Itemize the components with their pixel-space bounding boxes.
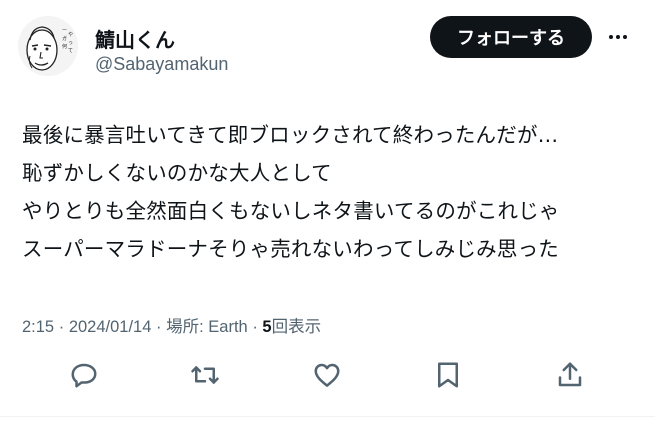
tweet-date[interactable]: 2024/01/14 — [69, 318, 152, 336]
retweet-icon — [191, 366, 219, 384]
caricature-face-avatar-icon: ー ガ 何 や っ て — [18, 16, 78, 76]
tweet-text-line: スーパーマラドーナそりゃ売れないわってしみじみ思った — [22, 237, 559, 261]
bookmark-icon — [438, 362, 458, 388]
share-button[interactable] — [550, 355, 590, 395]
share-icon — [558, 362, 582, 387]
bottom-divider — [0, 416, 655, 417]
tweet-card: ー ガ 何 や っ て 鯖山くん @Sabayamakun フォローする 最後に… — [0, 0, 655, 422]
svg-text:や: や — [68, 31, 73, 38]
views-count[interactable]: 5 — [262, 318, 271, 336]
user-avatar[interactable]: ー ガ 何 や っ て — [18, 16, 78, 76]
svg-text:て: て — [68, 48, 73, 54]
svg-text:ー: ー — [62, 28, 67, 34]
bookmark-button[interactable] — [428, 355, 468, 395]
reply-icon — [71, 363, 97, 388]
svg-text:ガ: ガ — [62, 35, 67, 42]
display-name[interactable]: 鯖山くん — [95, 24, 175, 53]
reply-button[interactable] — [64, 355, 104, 395]
more-options-button[interactable] — [598, 22, 638, 52]
user-handle[interactable]: @Sabayamakun — [95, 54, 228, 75]
tweet-time[interactable]: 2:15 — [22, 318, 54, 336]
retweet-button[interactable] — [185, 355, 225, 395]
like-heart-icon — [314, 363, 340, 387]
views-label[interactable]: 回表示 — [272, 318, 322, 336]
tweet-text-line: やりとりも全然面白くもないしネタ書いてるのがこれじゃ — [22, 199, 560, 223]
location-value: Earth — [208, 318, 248, 336]
tweet-text: 最後に暴言吐いてきて即ブロックされて終わったんだが… 恥ずかしくないのかな大人と… — [22, 116, 642, 268]
tweet-text-line: 恥ずかしくないのかな大人として — [22, 161, 332, 185]
svg-text:何: 何 — [62, 43, 67, 50]
tweet-actions-bar — [0, 355, 655, 399]
more-horizontal-icon — [609, 35, 627, 39]
location-label: 場所: — [166, 318, 204, 336]
tweet-metadata: 2:15 · 2024/01/14 · 場所: Earth · 5回表示 — [22, 313, 321, 337]
follow-button[interactable]: フォローする — [430, 16, 592, 58]
meta-separator: · — [252, 318, 258, 336]
meta-separator: · — [156, 318, 162, 336]
like-button[interactable] — [307, 355, 347, 395]
meta-separator: · — [58, 318, 65, 336]
tweet-text-line: 最後に暴言吐いてきて即ブロックされて終わったんだが… — [22, 123, 559, 147]
svg-text:っ: っ — [68, 40, 73, 46]
